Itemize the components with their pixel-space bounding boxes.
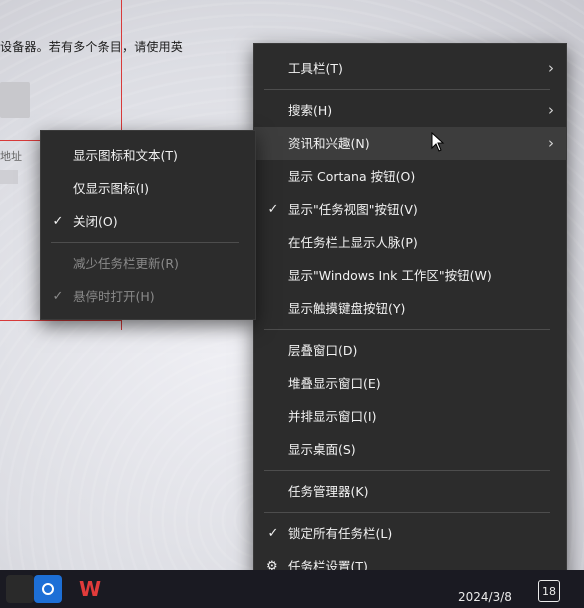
submenu-item-show-icon-only[interactable]: 仅显示图标(I) bbox=[41, 172, 255, 205]
submenu-item-turn-off[interactable]: ✓ 关闭(O) bbox=[41, 205, 255, 238]
menu-item-label: 悬停时打开(H) bbox=[73, 289, 155, 304]
background-text-secondary: 地址 bbox=[0, 150, 22, 163]
menu-separator bbox=[264, 512, 550, 513]
menu-item-show-windows-ink[interactable]: 显示"Windows Ink 工作区"按钮(W) bbox=[254, 259, 566, 292]
menu-item-label: 显示"Windows Ink 工作区"按钮(W) bbox=[288, 268, 492, 283]
menu-item-label: 显示 Cortana 按钮(O) bbox=[288, 169, 416, 184]
taskbar-context-menu: 工具栏(T) › 搜索(H) › 资讯和兴趣(N) › 显示 Cortana 按… bbox=[253, 43, 567, 585]
menu-item-show-desktop[interactable]: 显示桌面(S) bbox=[254, 433, 566, 466]
menu-item-label: 工具栏(T) bbox=[288, 61, 343, 76]
menu-item-news-and-interests[interactable]: 资讯和兴趣(N) › bbox=[254, 127, 566, 160]
menu-item-search[interactable]: 搜索(H) › bbox=[254, 94, 566, 127]
menu-separator bbox=[264, 470, 550, 471]
menu-item-task-manager[interactable]: 任务管理器(K) bbox=[254, 475, 566, 508]
taskbar-app-icon[interactable] bbox=[6, 575, 34, 603]
wps-office-icon[interactable]: W bbox=[76, 575, 104, 603]
menu-item-show-people[interactable]: 在任务栏上显示人脉(P) bbox=[254, 226, 566, 259]
menu-item-label: 显示桌面(S) bbox=[288, 442, 356, 457]
menu-item-label: 并排显示窗口(I) bbox=[288, 409, 377, 424]
background-thumbnail-small bbox=[0, 170, 18, 184]
menu-item-label: 显示触摸键盘按钮(Y) bbox=[288, 301, 406, 316]
submenu-item-reduce-updates: 减少任务栏更新(R) bbox=[41, 247, 255, 280]
taskbar: W 2024/3/8 18 bbox=[0, 570, 584, 608]
menu-item-label: 锁定所有任务栏(L) bbox=[288, 526, 393, 541]
menu-item-side-by-side[interactable]: 并排显示窗口(I) bbox=[254, 400, 566, 433]
menu-item-label: 堆叠显示窗口(E) bbox=[288, 376, 381, 391]
checkmark-icon: ✓ bbox=[267, 526, 279, 541]
taskbar-camera-app-icon[interactable] bbox=[34, 575, 62, 603]
checkmark-icon: ✓ bbox=[267, 202, 279, 217]
mouse-cursor-icon bbox=[431, 132, 445, 152]
menu-item-toolbars[interactable]: 工具栏(T) › bbox=[254, 52, 566, 85]
menu-item-label: 搜索(H) bbox=[288, 103, 333, 118]
menu-item-label: 减少任务栏更新(R) bbox=[73, 256, 179, 271]
menu-item-stack-windows[interactable]: 堆叠显示窗口(E) bbox=[254, 367, 566, 400]
menu-item-show-cortana[interactable]: 显示 Cortana 按钮(O) bbox=[254, 160, 566, 193]
background-thumbnail bbox=[0, 82, 30, 118]
red-guide-horizontal-lower bbox=[0, 320, 122, 321]
menu-item-show-touch-keyboard[interactable]: 显示触摸键盘按钮(Y) bbox=[254, 292, 566, 325]
menu-item-label: 在任务栏上显示人脉(P) bbox=[288, 235, 418, 250]
menu-item-show-task-view[interactable]: ✓ 显示"任务视图"按钮(V) bbox=[254, 193, 566, 226]
chevron-right-icon: › bbox=[548, 59, 554, 77]
menu-item-label: 层叠窗口(D) bbox=[288, 343, 358, 358]
checkmark-icon: ✓ bbox=[52, 289, 64, 304]
chevron-right-icon: › bbox=[548, 101, 554, 119]
menu-item-cascade-windows[interactable]: 层叠窗口(D) bbox=[254, 334, 566, 367]
menu-separator bbox=[51, 242, 239, 243]
menu-item-label: 显示图标和文本(T) bbox=[73, 148, 178, 163]
menu-item-lock-taskbars[interactable]: ✓ 锁定所有任务栏(L) bbox=[254, 517, 566, 550]
menu-separator bbox=[264, 329, 550, 330]
menu-item-label: 任务管理器(K) bbox=[288, 484, 369, 499]
menu-item-label: 资讯和兴趣(N) bbox=[288, 136, 370, 151]
taskbar-date[interactable]: 2024/3/8 bbox=[458, 590, 512, 604]
background-text: 设备器。若有多个条目，请使用英 bbox=[0, 40, 184, 54]
menu-item-label: 关闭(O) bbox=[73, 214, 118, 229]
notification-badge[interactable]: 18 bbox=[538, 580, 560, 602]
chevron-right-icon: › bbox=[548, 134, 554, 152]
submenu-item-open-on-hover: ✓ 悬停时打开(H) bbox=[41, 280, 255, 313]
menu-item-label: 仅显示图标(I) bbox=[73, 181, 149, 196]
menu-separator bbox=[264, 89, 550, 90]
news-and-interests-submenu: 显示图标和文本(T) 仅显示图标(I) ✓ 关闭(O) 减少任务栏更新(R) ✓… bbox=[40, 130, 256, 320]
submenu-item-show-icon-and-text[interactable]: 显示图标和文本(T) bbox=[41, 139, 255, 172]
menu-item-label: 显示"任务视图"按钮(V) bbox=[288, 202, 418, 217]
checkmark-icon: ✓ bbox=[52, 214, 64, 229]
